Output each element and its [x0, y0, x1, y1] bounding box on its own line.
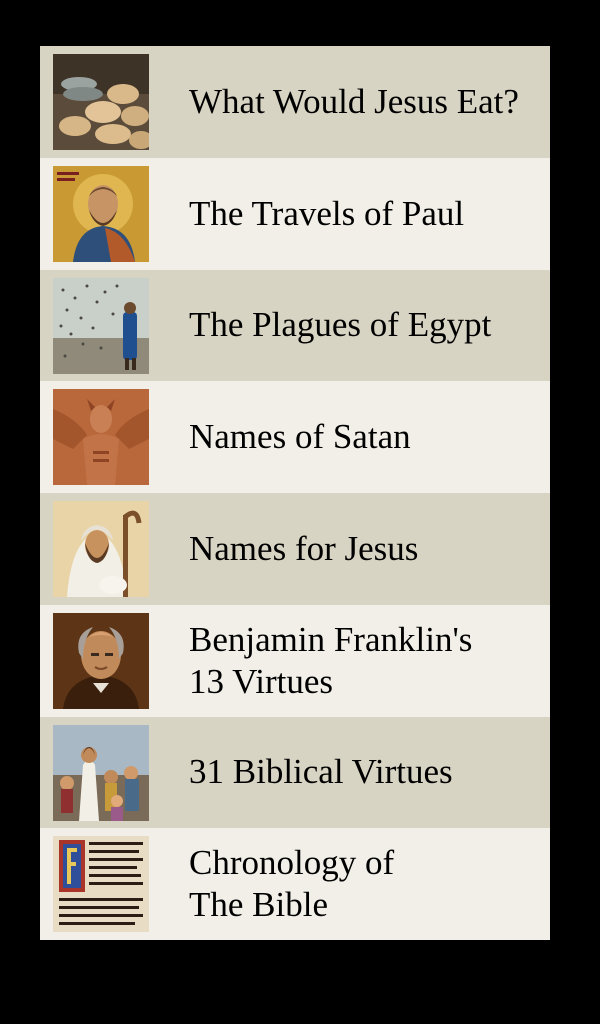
- list-item-label: Names of Satan: [189, 417, 411, 457]
- list-item-benjamin-franklin-virtues[interactable]: Benjamin Franklin's 13 Virtues: [40, 604, 550, 717]
- list-item-plagues-of-egypt[interactable]: The Plagues of Egypt: [40, 269, 550, 382]
- list-item-label: Names for Jesus: [189, 528, 419, 568]
- list-item-names-of-satan[interactable]: Names of Satan: [40, 381, 550, 493]
- list-item-label: The Travels of Paul: [189, 193, 465, 233]
- jesus-with-children-image: [53, 724, 149, 821]
- list-item-label: Benjamin Franklin's 13 Virtues: [189, 619, 473, 701]
- topic-list: What Would Jesus Eat? The Travels of Pau…: [40, 46, 550, 940]
- saint-paul-icon-image: [53, 165, 149, 262]
- list-item-label: Chronology of The Bible: [189, 843, 395, 925]
- illuminated-manuscript-image: [53, 836, 149, 933]
- locust-plague-image: [53, 277, 149, 374]
- list-item-names-for-jesus[interactable]: Names for Jesus: [40, 493, 550, 605]
- list-item-chronology-of-the-bible[interactable]: Chronology of The Bible: [40, 828, 550, 940]
- jesus-shepherd-image: [53, 501, 149, 597]
- list-item-biblical-virtues[interactable]: 31 Biblical Virtues: [40, 716, 550, 829]
- list-item-label: The Plagues of Egypt: [189, 305, 492, 345]
- benjamin-franklin-portrait-image: [53, 612, 149, 709]
- bread-and-fish-image: [53, 54, 149, 150]
- list-item-travels-of-paul[interactable]: The Travels of Paul: [40, 157, 550, 270]
- app-screen: What Would Jesus Eat? The Travels of Pau…: [0, 0, 600, 1024]
- list-item-label: 31 Biblical Virtues: [189, 752, 453, 792]
- list-item-what-would-jesus-eat[interactable]: What Would Jesus Eat?: [40, 46, 550, 158]
- satan-carving-image: [53, 389, 149, 486]
- list-item-label: What Would Jesus Eat?: [189, 81, 519, 121]
